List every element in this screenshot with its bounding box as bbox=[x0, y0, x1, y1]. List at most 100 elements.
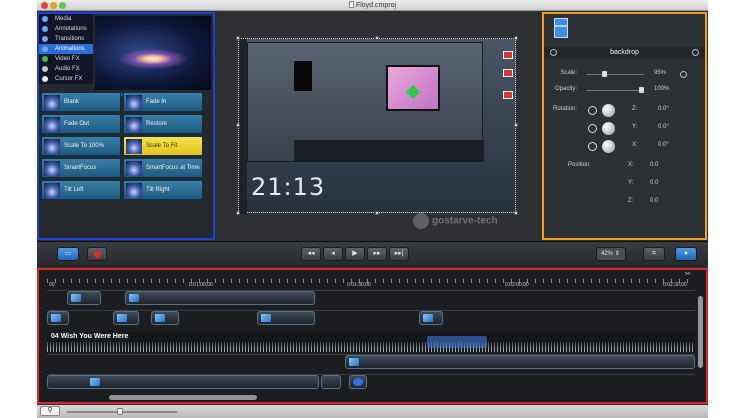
step-back-icon: ◂ bbox=[331, 250, 335, 257]
info-icon: ● bbox=[683, 250, 689, 257]
tile-smartfocus-at-time[interactable]: SmartFocus at Time bbox=[123, 158, 203, 178]
step-forward-button[interactable]: ▸▸ bbox=[367, 247, 387, 261]
timeline-clip[interactable] bbox=[345, 355, 695, 369]
menu-item-cursor-fx[interactable]: Cursor FX bbox=[39, 74, 93, 84]
timeline-clip[interactable] bbox=[419, 311, 443, 325]
video-clip-icon bbox=[51, 314, 61, 322]
ruler-label: 0:02:30;00 bbox=[663, 282, 687, 288]
timeline-clip[interactable] bbox=[67, 291, 101, 305]
menu-item-transitions[interactable]: Transitions bbox=[39, 34, 93, 44]
rotation-z-value[interactable]: 0.0° bbox=[658, 106, 669, 112]
properties-panel: backdrop Scale: 95% Opacity: 100% Rotati… bbox=[542, 12, 707, 240]
resize-handle[interactable] bbox=[375, 36, 379, 40]
cursor-fx-icon bbox=[42, 76, 48, 82]
properties-header: backdrop bbox=[544, 47, 705, 59]
step-back-button[interactable]: ◂ bbox=[323, 247, 343, 261]
audio-track[interactable]: 04 Wish You Were Here bbox=[47, 332, 695, 352]
timeline-clip[interactable] bbox=[125, 291, 315, 305]
playhead[interactable]: ✂ bbox=[685, 270, 691, 278]
opacity-slider-knob[interactable] bbox=[639, 87, 644, 93]
scale-options-icon[interactable] bbox=[680, 71, 687, 78]
timeline-zoom-button[interactable]: ⚲ bbox=[40, 406, 60, 416]
fast-forward-icon: ▸▸| bbox=[394, 250, 404, 257]
timeline-clip[interactable] bbox=[349, 375, 367, 389]
app-window: Floyd.cmproj Media Annotations Transitio… bbox=[37, 0, 708, 418]
resize-handle[interactable] bbox=[514, 211, 518, 215]
tile-restore[interactable]: Restore bbox=[123, 114, 203, 134]
rotation-z-ball[interactable] bbox=[602, 104, 615, 117]
canvas-area: 21:13 gostarve-tech bbox=[217, 12, 539, 240]
inner-red-thumb bbox=[503, 91, 513, 99]
opacity-value[interactable]: 100% bbox=[654, 86, 669, 92]
media-icon bbox=[42, 16, 48, 22]
rotate-y-icon[interactable] bbox=[588, 124, 597, 133]
tile-tilt-right[interactable]: Tilt Right bbox=[123, 180, 203, 200]
camera-button[interactable]: ▭ bbox=[57, 247, 79, 261]
scale-value[interactable]: 95% bbox=[654, 70, 666, 76]
tile-smartfocus[interactable]: SmartFocus bbox=[41, 158, 121, 178]
fast-forward-button[interactable]: ▸▸| bbox=[389, 247, 409, 261]
gear-icon[interactable] bbox=[692, 49, 699, 56]
tile-fade-out[interactable]: Fade Out bbox=[41, 114, 121, 134]
tile-fade-in[interactable]: Fade In bbox=[123, 92, 203, 112]
chevron-updown-icon: ⇕ bbox=[614, 251, 620, 257]
crop-button[interactable]: ⌗ bbox=[643, 247, 665, 261]
menu-item-animations[interactable]: Animations bbox=[39, 44, 93, 54]
resize-handle[interactable] bbox=[375, 211, 379, 215]
rotation-x-value[interactable]: 0.0° bbox=[658, 142, 669, 148]
timeline-clip[interactable] bbox=[151, 311, 179, 325]
timeline-clip[interactable] bbox=[47, 375, 319, 389]
rotation-x-ball[interactable] bbox=[602, 140, 615, 153]
audio-selection[interactable] bbox=[427, 336, 487, 348]
inner-timeline bbox=[294, 139, 484, 161]
tile-thumbnail bbox=[44, 95, 60, 110]
rotation-z-row: Rotation: Z: 0.0° bbox=[544, 104, 705, 117]
rotate-z-icon[interactable] bbox=[588, 106, 597, 115]
opacity-slider[interactable] bbox=[586, 87, 644, 93]
resize-handle[interactable] bbox=[236, 36, 240, 40]
resize-handle[interactable] bbox=[514, 123, 518, 127]
rotation-y-value[interactable]: 0.0° bbox=[658, 124, 669, 130]
properties-toggle-button[interactable]: ● bbox=[675, 247, 697, 261]
timeline-zoom-knob[interactable] bbox=[117, 408, 123, 415]
tile-tilt-left[interactable]: Tilt Left bbox=[41, 180, 121, 200]
media-preview-thumbnail[interactable] bbox=[95, 16, 211, 90]
position-y-value[interactable]: 0.0 bbox=[650, 180, 658, 186]
play-icon: ▶ bbox=[352, 250, 358, 257]
menu-item-audio-fx[interactable]: Audio FX bbox=[39, 64, 93, 74]
resize-handle[interactable] bbox=[236, 211, 240, 215]
rotation-y-ball[interactable] bbox=[602, 122, 615, 135]
timeline-vertical-scrollbar[interactable] bbox=[698, 296, 703, 368]
video-fx-icon bbox=[42, 56, 48, 62]
reset-icon[interactable] bbox=[550, 49, 557, 56]
rotation-y-row: Y: 0.0° bbox=[544, 122, 705, 135]
position-z-value[interactable]: 0.0 bbox=[650, 198, 658, 204]
resize-handle[interactable] bbox=[514, 36, 518, 40]
tile-scale-to-fit[interactable]: Scale To Fit bbox=[123, 136, 203, 156]
menu-item-annotations[interactable]: Annotations bbox=[39, 24, 93, 34]
position-y-row: Y: 0.0 bbox=[628, 180, 659, 186]
clip-thumbnail[interactable] bbox=[554, 18, 568, 38]
menu-item-video-fx[interactable]: Video FX bbox=[39, 54, 93, 64]
canvas-zoom-select[interactable]: 42% ⇕ bbox=[596, 247, 626, 261]
canvas-frame[interactable]: 21:13 bbox=[236, 36, 518, 215]
timeline-horizontal-scrollbar[interactable] bbox=[109, 395, 257, 400]
resize-handle[interactable] bbox=[236, 123, 240, 127]
opacity-row: Opacity: 100% bbox=[554, 86, 670, 93]
tile-scale-to-100[interactable]: Scale To 100% bbox=[41, 136, 121, 156]
timeline-clip[interactable] bbox=[47, 311, 69, 325]
scale-slider-knob[interactable] bbox=[601, 71, 607, 77]
timeline-clip[interactable] bbox=[257, 311, 315, 325]
timeline-clip[interactable] bbox=[321, 375, 341, 389]
tile-blank[interactable]: Blank bbox=[41, 92, 121, 112]
video-clip-icon bbox=[71, 294, 81, 302]
rewind-button[interactable]: ◂◂ bbox=[301, 247, 321, 261]
crop-icon: ⌗ bbox=[652, 250, 656, 257]
position-x-value[interactable]: 0.0 bbox=[650, 162, 658, 168]
timeline-clip[interactable] bbox=[113, 311, 139, 325]
scale-slider[interactable] bbox=[586, 71, 644, 77]
play-button[interactable]: ▶ bbox=[345, 247, 365, 261]
menu-item-media[interactable]: Media bbox=[39, 14, 93, 24]
rotate-x-icon[interactable] bbox=[588, 142, 597, 151]
record-button[interactable] bbox=[87, 247, 107, 261]
